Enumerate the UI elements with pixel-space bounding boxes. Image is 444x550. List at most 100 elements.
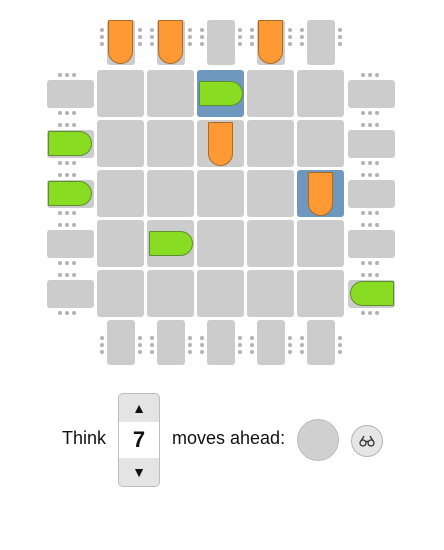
dot-marker [65, 161, 69, 165]
home-slot-bottom[interactable] [107, 320, 135, 365]
board-cell[interactable] [147, 120, 194, 167]
dot-marker [250, 28, 254, 32]
dot-marker [375, 223, 379, 227]
dot-marker [58, 261, 62, 265]
dot-marker [72, 123, 76, 127]
board-cell[interactable] [297, 120, 344, 167]
dot-marker [150, 350, 154, 354]
orange-piece[interactable] [108, 20, 133, 64]
green-piece[interactable] [149, 231, 193, 256]
board-cell[interactable] [147, 70, 194, 117]
dot-marker [188, 350, 192, 354]
board-cell[interactable] [147, 270, 194, 317]
dot-marker [200, 35, 204, 39]
dot-marker [200, 350, 204, 354]
home-slot-right[interactable] [348, 130, 395, 158]
board-cell[interactable] [247, 220, 294, 267]
board-cell[interactable] [97, 70, 144, 117]
glasses-icon [359, 435, 375, 447]
dot-marker [288, 42, 292, 46]
dot-marker [338, 28, 342, 32]
dot-marker [138, 35, 142, 39]
home-slot-left[interactable] [47, 80, 94, 108]
dot-marker [238, 42, 242, 46]
home-slot-right[interactable] [348, 230, 395, 258]
dot-marker [238, 343, 242, 347]
board-cell[interactable] [147, 170, 194, 217]
dot-marker [65, 211, 69, 215]
dot-marker [100, 28, 104, 32]
home-slot-right[interactable] [348, 180, 395, 208]
board-cell[interactable] [197, 170, 244, 217]
dot-marker [150, 42, 154, 46]
board-cell[interactable] [297, 220, 344, 267]
home-slot-left[interactable] [47, 280, 94, 308]
dot-marker [200, 343, 204, 347]
dot-marker [368, 211, 372, 215]
dot-marker [72, 211, 76, 215]
board-cell[interactable] [247, 170, 294, 217]
dot-marker [368, 311, 372, 315]
dot-marker [288, 343, 292, 347]
dot-marker [368, 73, 372, 77]
moves-ahead-value[interactable]: 7 [119, 422, 159, 458]
home-slot-top[interactable] [307, 20, 335, 65]
home-slot-left[interactable] [47, 230, 94, 258]
dot-marker [361, 311, 365, 315]
dot-marker [375, 161, 379, 165]
dot-marker [138, 336, 142, 340]
dot-marker [250, 343, 254, 347]
green-piece[interactable] [48, 181, 92, 206]
down-triangle-icon[interactable]: ▼ [119, 460, 159, 484]
dot-marker [361, 161, 365, 165]
home-slot-bottom[interactable] [207, 320, 235, 365]
orange-piece[interactable] [158, 20, 183, 64]
up-triangle-icon[interactable]: ▲ [119, 396, 159, 420]
dot-marker [375, 311, 379, 315]
orange-piece[interactable] [308, 172, 333, 216]
dot-marker [100, 336, 104, 340]
dot-marker [300, 35, 304, 39]
dot-marker [100, 42, 104, 46]
dot-marker [368, 273, 372, 277]
home-slot-bottom[interactable] [157, 320, 185, 365]
orange-piece[interactable] [258, 20, 283, 64]
hint-button[interactable] [351, 425, 383, 457]
dot-marker [138, 28, 142, 32]
dot-marker [361, 111, 365, 115]
home-slot-right[interactable] [348, 80, 395, 108]
board-cell[interactable] [97, 220, 144, 267]
dot-marker [65, 261, 69, 265]
board-cell[interactable] [197, 270, 244, 317]
dot-marker [361, 123, 365, 127]
board-cell[interactable] [97, 270, 144, 317]
turn-indicator [297, 419, 339, 461]
board-cell[interactable] [297, 270, 344, 317]
moves-spinner[interactable]: ▲ 7 ▼ [118, 393, 160, 487]
dot-marker [65, 73, 69, 77]
green-piece[interactable] [48, 131, 92, 156]
dot-marker [288, 350, 292, 354]
dot-marker [368, 161, 372, 165]
board-cell[interactable] [297, 70, 344, 117]
home-slot-bottom[interactable] [307, 320, 335, 365]
board-cell[interactable] [247, 70, 294, 117]
board-cell[interactable] [247, 120, 294, 167]
dot-marker [288, 28, 292, 32]
board-cell[interactable] [97, 170, 144, 217]
green-piece[interactable] [350, 281, 394, 306]
dot-marker [375, 123, 379, 127]
dot-marker [250, 350, 254, 354]
dot-marker [188, 28, 192, 32]
board-cell[interactable] [197, 220, 244, 267]
dot-marker [375, 261, 379, 265]
orange-piece[interactable] [208, 122, 233, 166]
board-cell[interactable] [97, 120, 144, 167]
home-slot-bottom[interactable] [257, 320, 285, 365]
dot-marker [65, 111, 69, 115]
home-slot-top[interactable] [207, 20, 235, 65]
green-piece[interactable] [199, 81, 243, 106]
dot-marker [300, 336, 304, 340]
dot-marker [72, 111, 76, 115]
board-cell[interactable] [247, 270, 294, 317]
